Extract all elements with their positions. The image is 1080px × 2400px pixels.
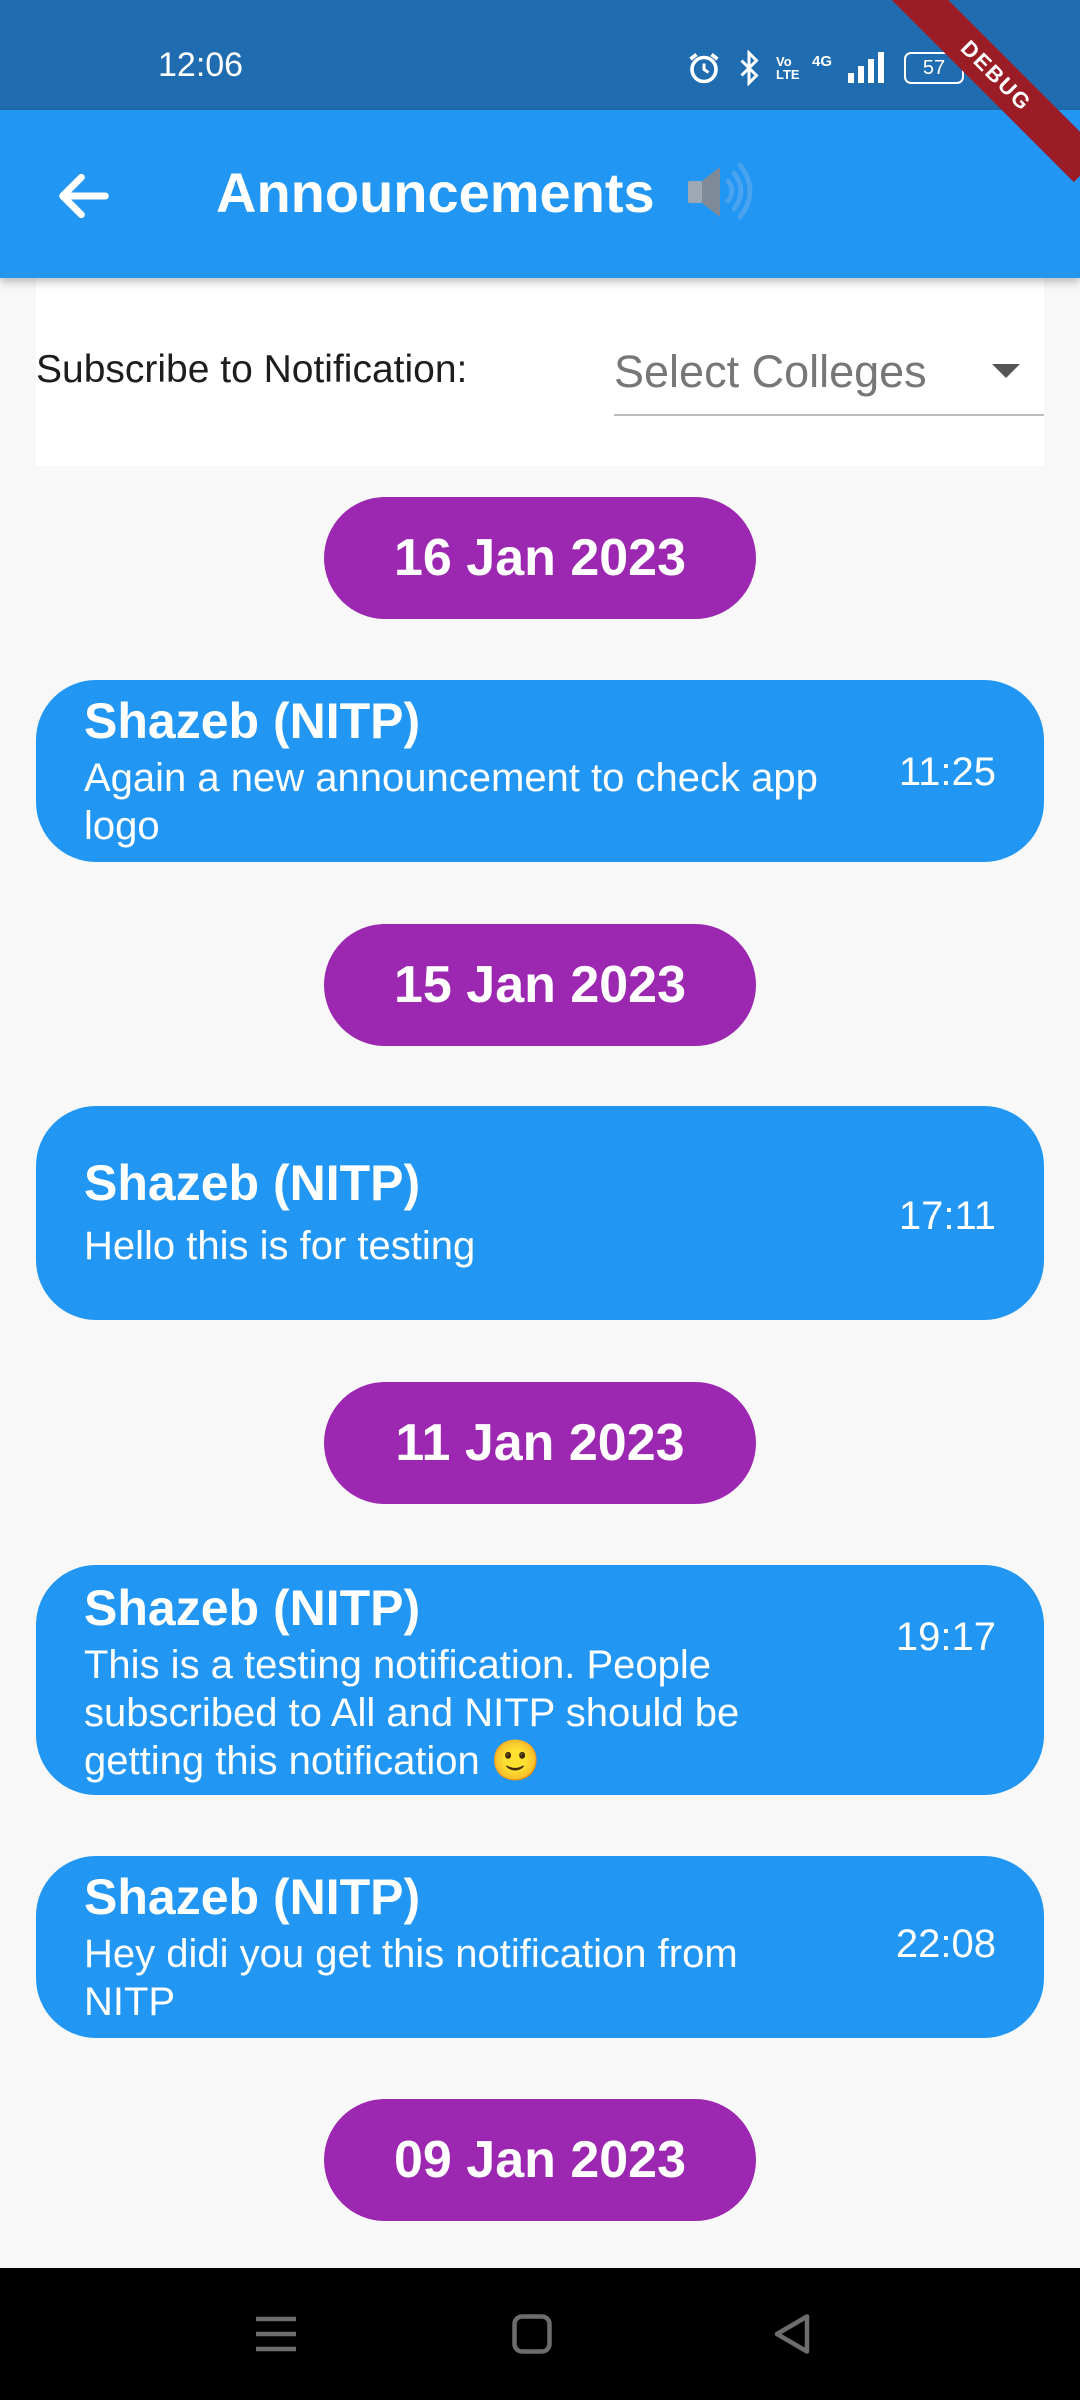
volte-label: Vo LTE (776, 54, 800, 82)
announcement-sender: Shazeb (NITP) (84, 693, 421, 749)
bluetooth-icon (740, 50, 759, 86)
announcement-text: Hello this is for testing (84, 1224, 476, 1268)
battery-level: 57 (922, 56, 946, 79)
signal-icon (848, 52, 885, 83)
announcement-time: 17:11 (898, 1194, 996, 1238)
college-select-dropdown[interactable]: Select Colleges (614, 330, 1044, 416)
date-header: 09 Jan 2023 (324, 2099, 756, 2221)
announcement-time: 22:08 (895, 1922, 996, 1966)
status-time: 12:06 (158, 46, 244, 84)
announcement-text: Hey didi you get this notification from … (84, 1932, 738, 2024)
date-header: 11 Jan 2023 (324, 1382, 756, 1504)
alarm-icon (689, 53, 719, 84)
network-4g-label: 4G (812, 52, 833, 70)
back-triangle-icon[interactable] (762, 2304, 822, 2364)
status-bar: 12:06 Vo LTE 4G 57 DEBUG (0, 0, 1080, 183)
announcement-sender: Shazeb (NITP) (84, 1580, 421, 1636)
page-title: Announcements (216, 160, 756, 225)
page-title-text: Announcements (216, 161, 655, 224)
subscribe-label: Subscribe to Notification: (36, 348, 468, 391)
date-header: 15 Jan 2023 (324, 924, 756, 1046)
announcement-card[interactable]: Shazeb (NITP) This is a testing notifica… (36, 1565, 1044, 1795)
announcement-card[interactable]: Shazeb (NITP) Hello this is for testing … (36, 1106, 1044, 1320)
announcement-time: 11:25 (898, 750, 996, 794)
speaker-icon (688, 162, 753, 220)
date-header: 16 Jan 2023 (324, 497, 756, 619)
announcement-card[interactable]: Shazeb (NITP) Again a new announcement t… (36, 680, 1044, 862)
back-arrow-icon[interactable] (52, 164, 116, 228)
announcement-time: 19:17 (895, 1615, 996, 1659)
menu-icon[interactable] (246, 2304, 306, 2364)
announcement-text: This is a testing notification. People s… (84, 1643, 740, 1783)
subscribe-panel: Subscribe to Notification: Select Colleg… (36, 278, 1044, 466)
app-bar: Announcements (0, 110, 1080, 278)
home-square-icon[interactable] (502, 2304, 562, 2364)
dropdown-arrow-icon (992, 364, 1020, 378)
announcement-sender: Shazeb (NITP) (84, 1155, 421, 1211)
announcement-text: Again a new announcement to check app lo… (84, 756, 818, 848)
college-select-placeholder: Select Colleges (614, 346, 927, 397)
announcement-card[interactable]: Shazeb (NITP) Hey didi you get this noti… (36, 1856, 1044, 2038)
announcement-sender: Shazeb (NITP) (84, 1869, 421, 1925)
system-nav-bar (0, 2268, 1080, 2400)
